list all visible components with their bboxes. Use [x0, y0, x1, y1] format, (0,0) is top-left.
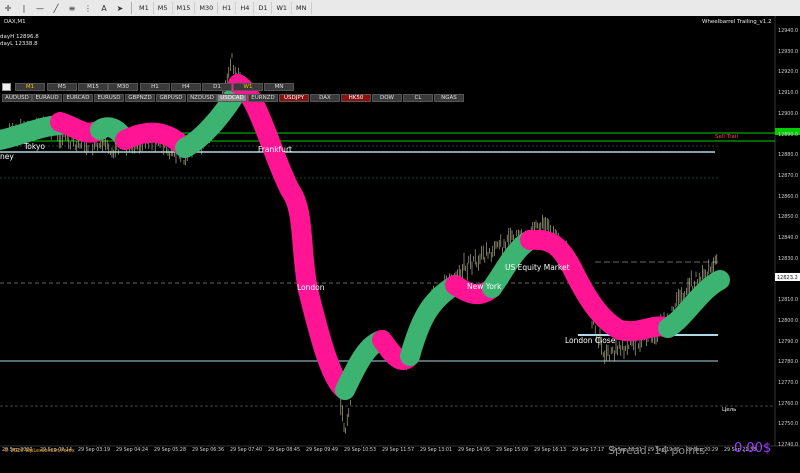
panel-symbol-nzdusd[interactable]: NZDUSD [187, 94, 217, 102]
price-tick: 12790.0 [778, 339, 798, 345]
toolbar-tf-h1[interactable]: H1 [218, 2, 237, 14]
price-tick: 12740.0 [778, 443, 798, 448]
panel-checkbox[interactable] [2, 83, 11, 91]
session-usequity-label: US Equity Market [505, 263, 570, 272]
indicator-name: Wheelbarrel Trailing_v1.2 [702, 19, 772, 25]
toolbar-tf-h4[interactable]: H4 [236, 2, 255, 14]
price-tick: 12850.0 [778, 215, 798, 221]
panel-symbol-hk50[interactable]: HK50 [341, 94, 371, 102]
panel-symbol-audusd[interactable]: AUDUSD [2, 94, 32, 102]
panel-symbol-usdcad[interactable]: USDCAD [217, 94, 247, 102]
session-frankfurt-label: Frankfurt [258, 145, 292, 154]
time-tick: 29 Sep 05:28 [154, 448, 187, 453]
panel-symbol-eurusd[interactable]: EURUSD [94, 94, 124, 102]
price-tick: 12870.0 [778, 173, 798, 179]
timeframe-bar: M1 M5 M15 M30 H1 H4 D1 W1 MN [135, 2, 312, 14]
price-tick: 12800.0 [778, 318, 798, 324]
spread-readout: Spread: 14 points. [608, 444, 709, 457]
channel-icon[interactable]: ≡ [66, 2, 78, 14]
profit-readout: 0.00$ [734, 441, 772, 456]
session-londonclose-label: London Close [565, 336, 616, 345]
toolbar: ✛ | — ╱ ≡ ⋮ A ➤ M1 M5 M15 M30 H1 H4 D1 W1 MN [0, 0, 800, 17]
fibonacci-icon[interactable]: ⋮ [82, 2, 94, 14]
price-tick: 12810.0 [778, 298, 798, 304]
trading-terminal: ✛ | — ╱ ≡ ⋮ A ➤ M1 M5 M15 M30 H1 H4 D1 W1 MN [0, 0, 800, 473]
sell-trail-label: Sell Trail [715, 134, 738, 140]
crosshair-icon[interactable]: ✛ [2, 2, 14, 14]
trendline-icon[interactable]: ╱ [50, 2, 62, 14]
time-tick: 29 Sep 10:53 [344, 448, 377, 453]
toolbar-separator [131, 2, 132, 14]
price-tick: 12880.0 [778, 153, 798, 159]
panel-symbol-ngas[interactable]: NGAS [434, 94, 464, 102]
panel-tf-mn[interactable]: MN [264, 83, 294, 91]
panel-tf-m30[interactable]: M30 [108, 83, 138, 91]
price-tick: 12760.0 [778, 401, 798, 407]
toolbar-tf-m15[interactable]: M15 [173, 2, 196, 14]
day-high-label: dayH 12896.8 [0, 34, 39, 40]
session-sydney-label: ney [0, 152, 14, 161]
panel-tf-h1[interactable]: H1 [140, 83, 170, 91]
time-tick: 29 Sep 13:01 [420, 448, 453, 453]
horizontal-line-icon[interactable]: — [34, 2, 46, 14]
panel-symbol-dax[interactable]: DAX [310, 94, 340, 102]
price-tick: 12840.0 [778, 236, 798, 241]
toolbar-tf-mn[interactable]: MN [292, 2, 312, 14]
toolbar-tf-m5[interactable]: M5 [154, 2, 173, 14]
panel-symbol-usdjpy[interactable]: USDJPY [279, 94, 309, 102]
panel-symbol-eurnzd[interactable]: EURNZD [248, 94, 278, 102]
price-tick: 12940.0 [778, 29, 798, 34]
price-tick: 12780.0 [778, 360, 798, 366]
price-tick: 12900.0 [778, 111, 798, 117]
vertical-line-icon[interactable]: | [18, 2, 30, 14]
price-tick: 12770.0 [778, 380, 798, 386]
time-tick: 29 Sep 06:36 [192, 448, 225, 453]
time-tick: 29 Sep 04:24 [116, 448, 149, 453]
panel-tf-m1[interactable]: M1 [15, 83, 45, 91]
toolbar-tf-m1[interactable]: M1 [135, 2, 154, 14]
toolbar-tf-d1[interactable]: D1 [254, 2, 273, 14]
text-icon[interactable]: A [98, 2, 110, 14]
panel-tf-h4[interactable]: H4 [171, 83, 201, 91]
toolbar-tf-m30[interactable]: M30 [195, 2, 219, 14]
time-tick: 29 Sep 08:45 [268, 448, 301, 453]
panel-symbol-eurcad[interactable]: EURCAD [63, 94, 93, 102]
price-tick: 12750.0 [778, 422, 798, 428]
panel-tf-m5[interactable]: M5 [47, 83, 77, 91]
copyright-text: © 2020 TopLessons.In/Forex [4, 448, 75, 454]
panel-symbol-dow[interactable]: DOW [372, 94, 402, 102]
session-newyork-label: New York [467, 282, 502, 291]
panel-symbol-cl[interactable]: CL [403, 94, 433, 102]
price-tick: 12930.0 [778, 49, 798, 55]
time-tick: 29 Sep 09:49 [306, 448, 339, 453]
panel-symbol-gbpnzd[interactable]: GBPNZD [125, 94, 155, 102]
toolbar-tf-w1[interactable]: W1 [272, 2, 293, 14]
time-tick: 29 Sep 14:05 [458, 448, 491, 453]
time-tick: 29 Sep 15:09 [496, 448, 529, 453]
time-tick: 29 Sep 03:19 [78, 448, 111, 453]
price-tick: 12920.0 [778, 70, 798, 76]
panel-tf-d1[interactable]: D1 [202, 83, 232, 91]
price-tick: 12910.0 [778, 91, 798, 97]
price-tick: 12830.0 [778, 256, 798, 262]
target-label: Цель [722, 407, 737, 413]
time-tick: 29 Sep 11:57 [382, 448, 415, 453]
session-london-label: London [297, 283, 325, 292]
panel-symbol-gbpusd[interactable]: GBPUSD [156, 94, 186, 102]
session-tokyo-label: Tokyo [24, 142, 45, 151]
day-low-label: dayL 12338.8 [0, 41, 38, 47]
price-tick: 12820.0 [778, 277, 798, 283]
symbol-label: DAX,M1 [4, 19, 26, 25]
price-tick: 12860.0 [778, 194, 798, 200]
panel-tf-m15[interactable]: M15 [78, 83, 108, 91]
time-tick: 29 Sep 07:40 [230, 448, 263, 453]
price-tick: 12890.0 [778, 132, 798, 138]
panel-symbol-euraud[interactable]: EURAUD [32, 94, 62, 102]
arrow-icon[interactable]: ➤ [114, 2, 126, 14]
time-tick: 29 Sep 16:13 [534, 448, 567, 453]
time-tick: 29 Sep 17:17 [572, 448, 605, 453]
panel-tf-w1[interactable]: W1 [233, 83, 263, 91]
